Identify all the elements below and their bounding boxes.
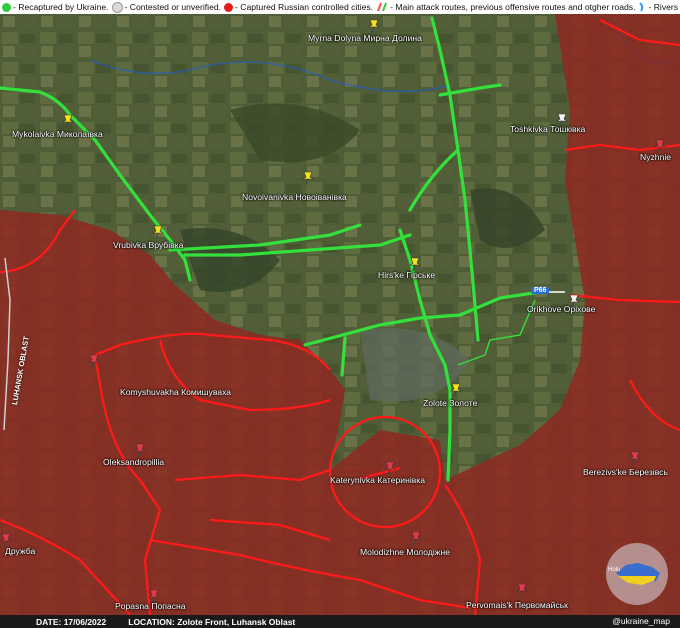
watermark-logo: Holu — [606, 543, 668, 605]
town-label-mykolaivka: Mykolaivka Миколаївка — [12, 129, 103, 139]
red-pushpin-icon — [516, 583, 528, 598]
route-lines-icon — [377, 2, 388, 12]
legend-bar: - Recaptured by Ukraine. - Contested or … — [0, 0, 680, 14]
footer-bar: DATE: 17/06/2022 LOCATION: Zolote Front,… — [0, 615, 680, 628]
red-pushpin-icon — [629, 451, 641, 466]
legend-label: - Recaptured by Ukraine. — [13, 2, 109, 12]
footer-location: LOCATION: Zolote Front, Luhansk Oblast — [128, 616, 296, 627]
yellow-pushpin-icon — [450, 383, 462, 398]
river-icon — [639, 2, 644, 12]
red-pushpin-icon — [88, 354, 100, 369]
footer-credit: @ukraine_map — [612, 616, 670, 626]
yellow-pushpin-icon — [302, 171, 314, 186]
map-canvas — [0, 0, 680, 628]
town-label-berezivske: Berezivs'ke Березівсь — [583, 467, 668, 477]
legend-item-recaptured: - Recaptured by Ukraine. — [2, 2, 109, 12]
town-label-toshkivka: Toshkivka Тошківка — [510, 124, 586, 134]
town-label-pervomaisk: Pervomais'k Первомайськ — [466, 600, 568, 610]
grey-dot-icon — [111, 1, 123, 13]
road-badge-p66: P66 — [531, 287, 550, 294]
red-pushpin-icon — [384, 461, 396, 476]
legend-item-rivers: - Rivers — [638, 2, 678, 12]
legend-label: - Contested or unverified. — [124, 2, 222, 12]
town-label-komyshuvakha: Komyshuvakha Комишуваха — [120, 387, 232, 397]
legend-label: - Rivers — [648, 2, 679, 12]
town-label-oleksandropillia: Oleksandropillia — [103, 457, 165, 467]
ukraine-map-icon — [616, 563, 660, 585]
red-dot-icon — [224, 2, 234, 12]
town-label-druzhba: Дружба — [5, 546, 36, 556]
yellow-pushpin-icon — [368, 19, 380, 34]
town-label-vrubivka: Vrubivka Врубівка — [113, 240, 184, 250]
town-label-katerynivka: Katerynivka Катеринівка — [330, 475, 426, 485]
map-view[interactable]: - Recaptured by Ukraine. - Contested or … — [0, 0, 680, 628]
watermark-text: Holu — [608, 567, 621, 573]
yellow-pushpin-icon — [62, 114, 74, 129]
town-label-myrna-dolyna: Myrna Dolyna Мирна Долина — [308, 33, 422, 43]
town-label-popasna: Popasna Попасна — [115, 601, 186, 611]
yellow-pushpin-icon — [152, 225, 164, 240]
green-dot-icon — [2, 2, 11, 12]
red-pushpin-icon — [410, 531, 422, 546]
town-label-novoivanivka: Novoivanivka Новоіванівка — [242, 192, 347, 202]
town-label-nyzhnie: Nyzhnie — [640, 152, 672, 162]
legend-item-routes: - Main attack routes, previous offensive… — [376, 2, 635, 12]
town-label-hirske: Hirs'ke Гірське — [378, 270, 436, 280]
red-pushpin-icon — [134, 443, 146, 458]
legend-label: - Main attack routes, previous offensive… — [390, 2, 636, 12]
footer-date: DATE: 17/06/2022 — [36, 616, 107, 627]
legend-label: - Captured Russian controlled cities. — [235, 2, 374, 12]
town-label-molodizhne: Molodizhne Молодіжне — [360, 547, 451, 557]
town-label-zolote: Zolote Золоте — [423, 398, 478, 408]
legend-item-captured: - Captured Russian controlled cities. — [224, 2, 373, 12]
town-label-orikhove: Orikhove Орiхове — [527, 304, 596, 314]
legend-item-contested: - Contested or unverified. — [111, 1, 222, 13]
